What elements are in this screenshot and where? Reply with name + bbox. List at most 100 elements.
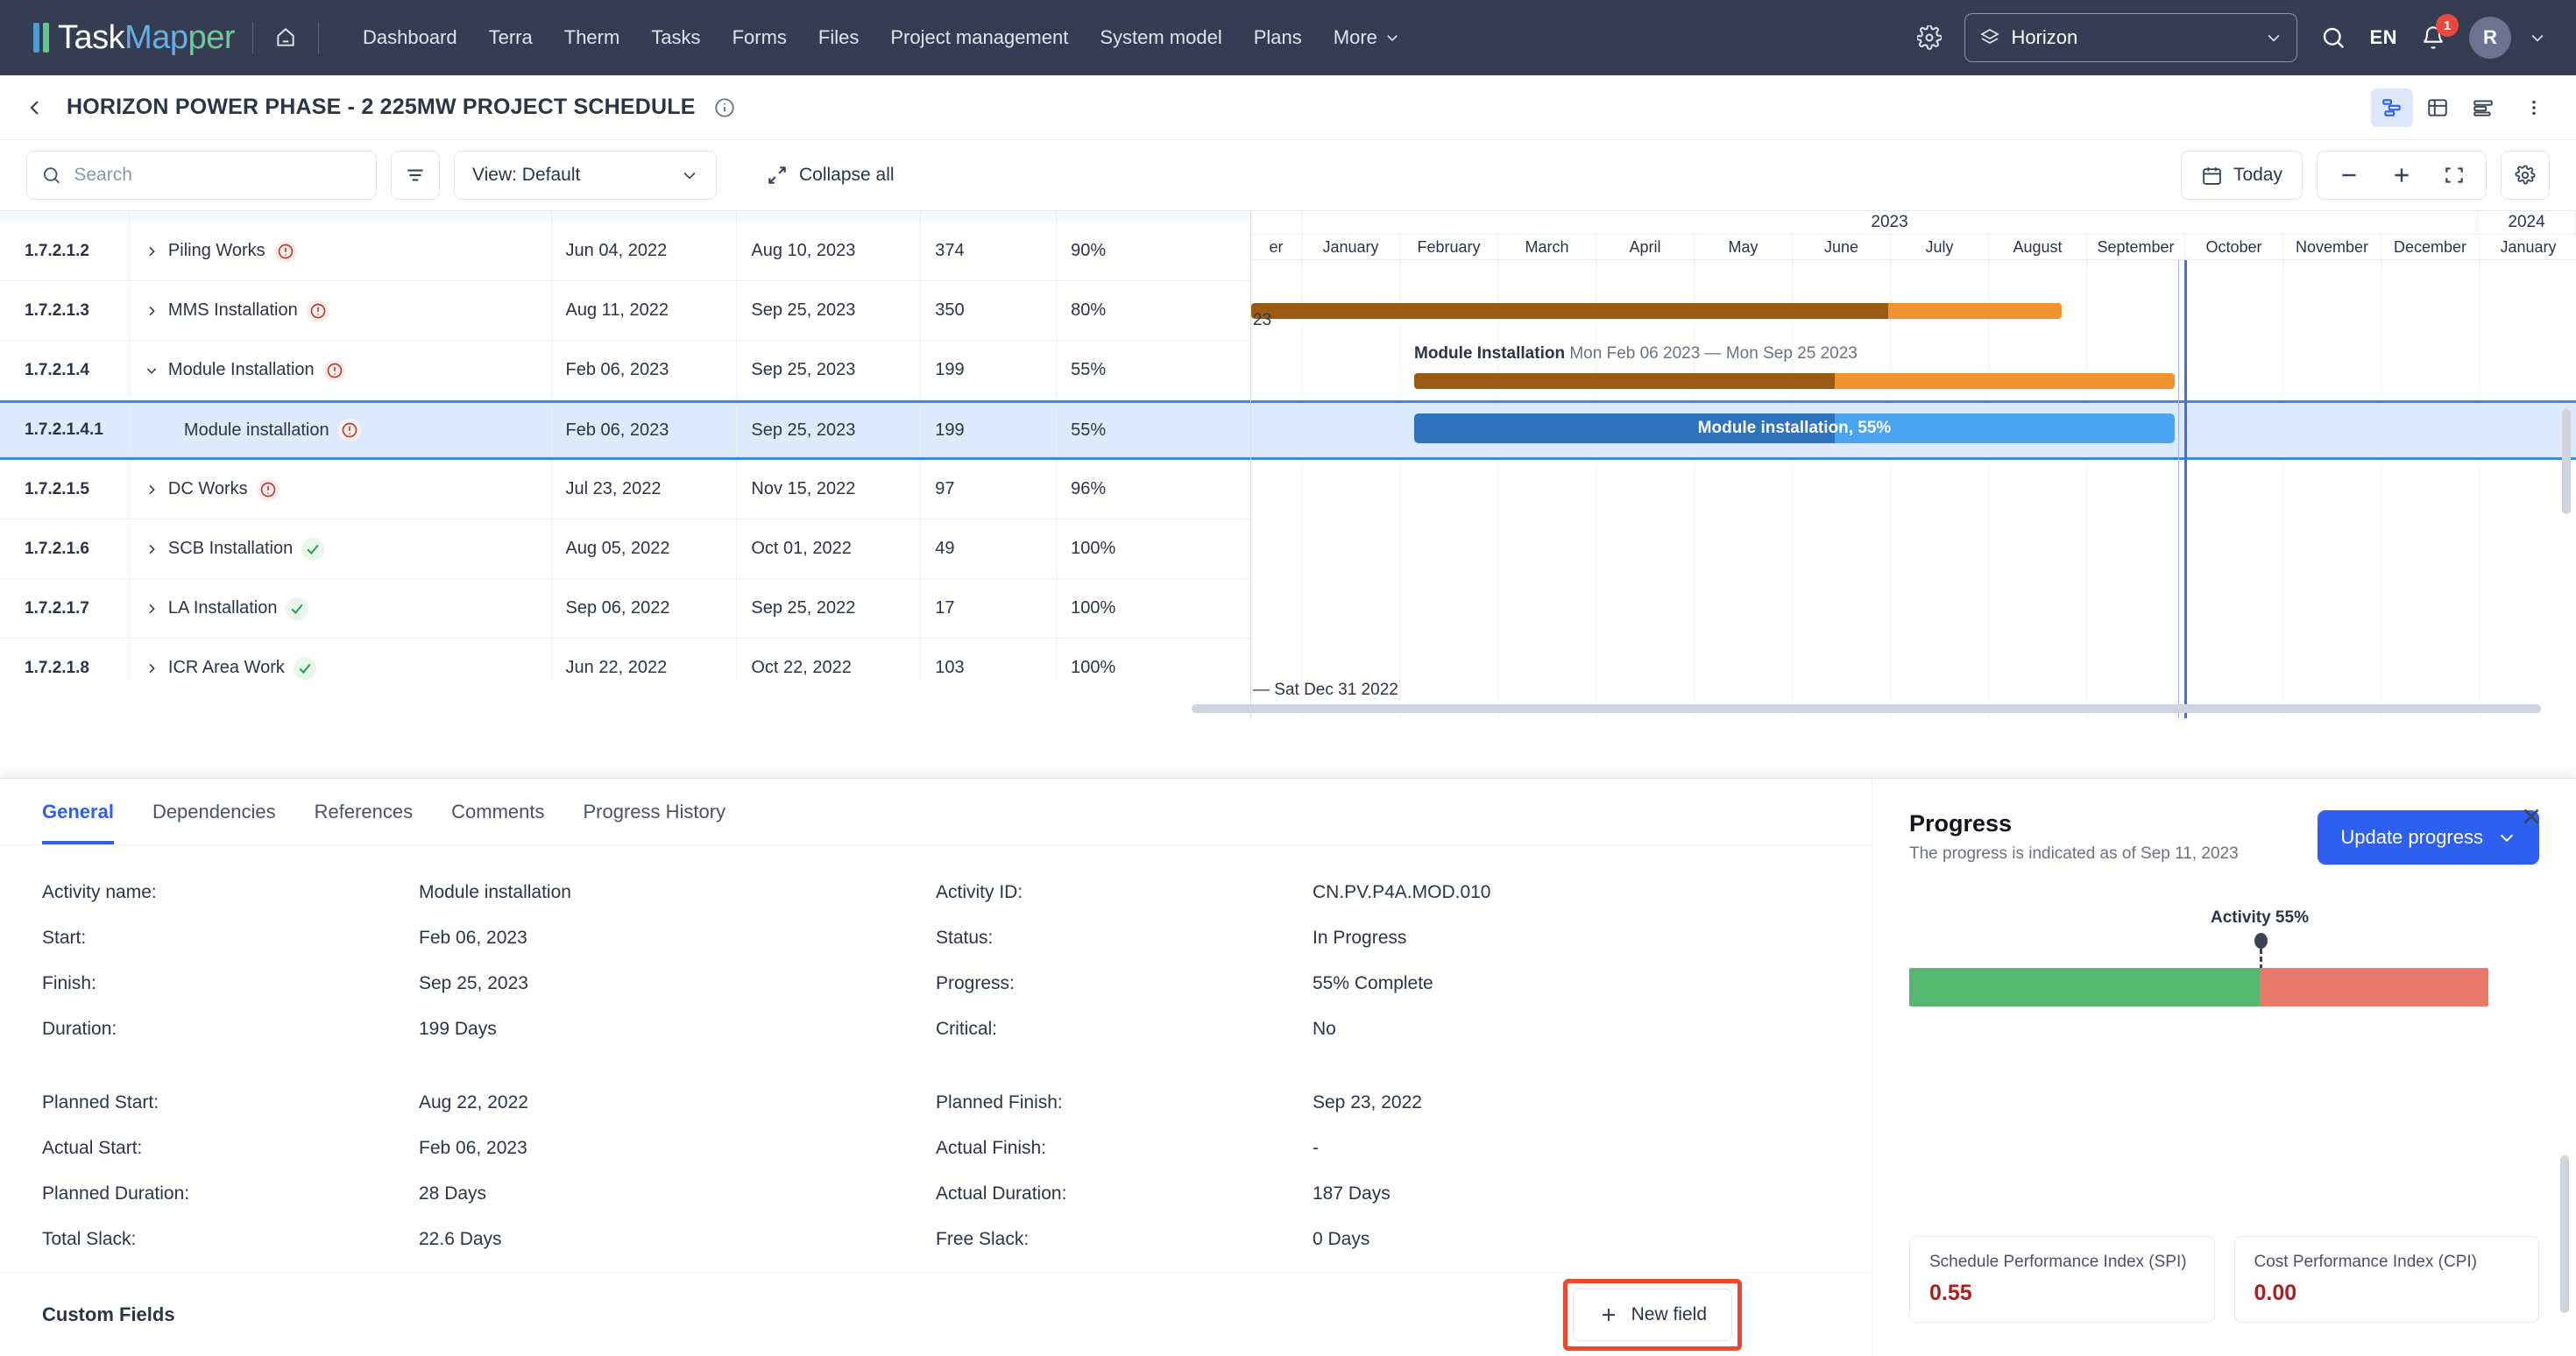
back-button[interactable]: [25, 97, 49, 118]
row-expand-toggle[interactable]: [144, 542, 159, 556]
table-row[interactable]: 1.7.2.1.3 MMS Installation Aug 11, 2022 …: [0, 281, 1250, 341]
collapse-all-button[interactable]: Collapse all: [766, 164, 895, 187]
language-selector[interactable]: EN: [2369, 26, 2397, 49]
table-row[interactable]: 1.7.2.1.2 Piling Works Jun 04, 2022 Aug …: [0, 222, 1250, 281]
check-icon[interactable]: [293, 656, 316, 680]
app-logo[interactable]: TaskMapper: [33, 19, 235, 57]
nav-link-project-management[interactable]: Project management: [874, 18, 1084, 58]
more-vertical-icon[interactable]: [2516, 88, 2551, 127]
view-toggle-gantt[interactable]: [2371, 88, 2413, 127]
chevron-down-icon[interactable]: [145, 364, 159, 378]
cell-finish: Nov 15, 2022: [737, 460, 922, 519]
chevron-right-icon[interactable]: [145, 542, 159, 556]
warning-icon[interactable]: [306, 299, 329, 322]
chevron-right-icon[interactable]: [145, 661, 159, 675]
cell-duration: 199: [921, 341, 1058, 399]
warning-icon[interactable]: [256, 477, 280, 501]
filter-button[interactable]: [391, 151, 440, 200]
tab-progress-history[interactable]: Progress History: [563, 779, 745, 844]
nav-link-terra[interactable]: Terra: [473, 18, 548, 58]
timeline-row[interactable]: [1251, 260, 2576, 281]
zoom-out-button[interactable]: [2323, 153, 2375, 197]
detail-field-row: Finish: Sep 25, 2023 Progress: 55% Compl…: [42, 961, 1829, 1006]
today-button[interactable]: Today: [2180, 151, 2303, 200]
warning-icon[interactable]: [273, 239, 297, 263]
row-expand-toggle[interactable]: [144, 364, 159, 378]
nav-link-files[interactable]: Files: [803, 18, 874, 58]
gantt-settings-button[interactable]: [2501, 151, 2550, 200]
gear-icon[interactable]: [1912, 20, 1947, 55]
view-selector[interactable]: View: Default: [454, 151, 717, 200]
close-icon[interactable]: [2518, 803, 2544, 834]
row-expand-toggle[interactable]: [144, 483, 159, 497]
top-navigation-bar: TaskMapper Dashboard Terra Therm Tasks F…: [0, 0, 2576, 75]
nav-link-system-model[interactable]: System model: [1084, 18, 1237, 58]
gantt-bar[interactable]: [1251, 303, 2062, 319]
detail-vertical-scrollbar[interactable]: [2560, 1155, 2569, 1313]
check-icon[interactable]: [301, 537, 325, 561]
info-icon[interactable]: [713, 96, 736, 119]
chevron-right-icon[interactable]: [145, 483, 159, 497]
search-icon[interactable]: [2315, 19, 2352, 56]
new-field-button[interactable]: New field: [1572, 1288, 1732, 1341]
row-expand-toggle[interactable]: [144, 244, 159, 258]
nav-link-tasks[interactable]: Tasks: [635, 18, 716, 58]
tab-general[interactable]: General: [35, 779, 133, 844]
table-row[interactable]: 1.7.2.1.6 SCB Installation Aug 05, 2022 …: [0, 519, 1250, 579]
tab-dependencies[interactable]: Dependencies: [133, 779, 295, 844]
table-row[interactable]: 1.7.2.1.7 LA Installation Sep 06, 2022 S…: [0, 579, 1250, 639]
cell-duration: 374: [921, 222, 1058, 280]
fit-to-screen-button[interactable]: [2428, 153, 2480, 197]
search-input[interactable]: [74, 165, 362, 186]
detail-field: Activity ID: CN.PV.P4A.MOD.010: [936, 870, 1829, 915]
chevron-right-icon[interactable]: [145, 304, 159, 318]
warning-icon[interactable]: [322, 358, 346, 382]
nav-link-more[interactable]: More: [1318, 18, 1416, 58]
timeline-row[interactable]: [1251, 579, 2576, 639]
gantt-bar[interactable]: [1414, 373, 2175, 389]
timeline-rows: Module Installation Mon Feb 06 2023 — Mo…: [1251, 260, 2576, 718]
project-selector[interactable]: Horizon: [1964, 13, 2298, 62]
timeline-row[interactable]: Module installation, 55%: [1251, 400, 2576, 460]
avatar[interactable]: R: [2469, 17, 2511, 59]
timeline-row[interactable]: [1251, 519, 2576, 579]
timeline-row[interactable]: [1251, 639, 2576, 698]
chevron-right-icon[interactable]: [145, 602, 159, 616]
table-row[interactable]: 1.7.2.1.4 Module Installation Feb 06, 20…: [0, 341, 1250, 400]
cell-finish: Sep 25, 2022: [737, 579, 922, 638]
avatar-chevron-down-icon[interactable]: [2529, 29, 2546, 46]
row-expand-toggle[interactable]: [144, 304, 159, 318]
search-box[interactable]: [26, 151, 377, 200]
cell-progress: 90%: [1071, 241, 1107, 260]
view-selector-label: View: Default: [472, 165, 581, 185]
row-expand-toggle[interactable]: [144, 602, 159, 616]
nav-label: Dashboard: [362, 26, 457, 48]
tab-references[interactable]: References: [295, 779, 433, 844]
warning-icon[interactable]: [337, 419, 361, 441]
cell-wbs: 1.7.2.1.5: [0, 460, 130, 519]
update-progress-button[interactable]: Update progress: [2318, 810, 2539, 865]
timeline-vertical-scrollbar[interactable]: [2562, 409, 2571, 514]
chevron-right-icon[interactable]: [145, 244, 159, 258]
nav-link-forms[interactable]: Forms: [717, 18, 803, 58]
view-toggle-table[interactable]: [2417, 88, 2459, 127]
table-row[interactable]: 1.7.2.1.4.1 Module installation Feb 06, …: [0, 400, 1250, 460]
row-expand-toggle[interactable]: [144, 661, 159, 675]
check-icon[interactable]: [286, 597, 309, 620]
view-toggle-board[interactable]: [2462, 88, 2504, 127]
nav-link-dashboard[interactable]: Dashboard: [347, 18, 473, 58]
nav-link-therm[interactable]: Therm: [548, 18, 636, 58]
timeline-horizontal-scrollbar[interactable]: [1192, 704, 2541, 713]
timeline-row[interactable]: [1251, 281, 2576, 341]
table-row[interactable]: 1.7.2.1.8 ICR Area Work Jun 22, 2022 Oct…: [0, 639, 1250, 681]
table-row[interactable]: 1.7.2.1.5 DC Works Jul 23, 2022 Nov 15, …: [0, 460, 1250, 519]
notification-badge: 1: [2436, 14, 2459, 37]
home-icon[interactable]: [271, 23, 301, 53]
zoom-in-button[interactable]: [2375, 153, 2428, 197]
nav-link-plans[interactable]: Plans: [1238, 18, 1318, 58]
timeline-row[interactable]: [1251, 460, 2576, 519]
timeline-row[interactable]: Module Installation Mon Feb 06 2023 — Mo…: [1251, 341, 2576, 400]
gantt-bar-selected[interactable]: Module installation, 55%: [1414, 413, 2175, 443]
bell-icon[interactable]: 1: [2415, 14, 2459, 56]
tab-comments[interactable]: Comments: [432, 779, 563, 844]
